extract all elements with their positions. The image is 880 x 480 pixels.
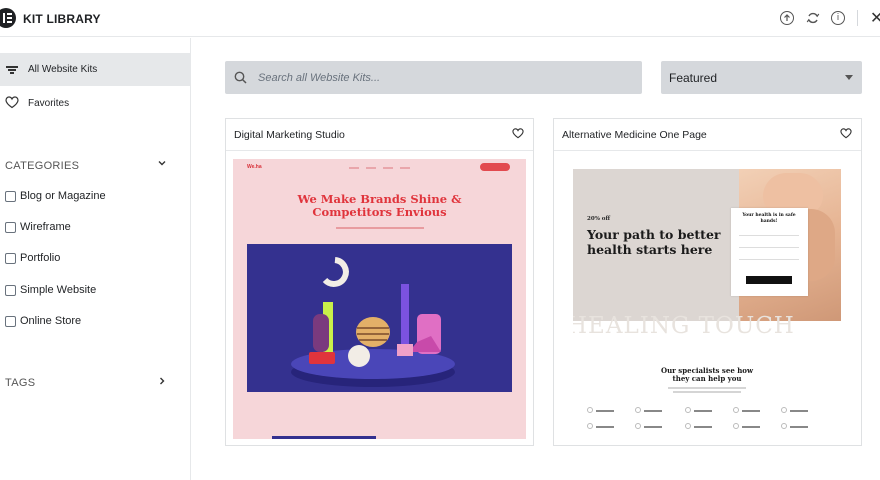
- tags-heading[interactable]: TAGS: [5, 377, 35, 389]
- close-icon[interactable]: ✕: [870, 8, 880, 27]
- kit-card-digital-marketing-studio[interactable]: Digital Marketing Studio We.ha We Make B…: [225, 118, 534, 446]
- chevron-right-icon[interactable]: [157, 376, 167, 389]
- preview-cta-button: [480, 163, 510, 171]
- categories-heading[interactable]: CATEGORIES: [5, 160, 79, 172]
- sidebar-item-favorites[interactable]: Favorites: [0, 87, 191, 120]
- preview-service-label: [644, 410, 662, 412]
- preview-3d-illustration: [247, 244, 512, 392]
- upload-icon[interactable]: [780, 11, 794, 25]
- preview-service-icon: [733, 423, 739, 429]
- caret-down-icon: [845, 75, 853, 80]
- sort-select[interactable]: Featured: [661, 61, 862, 94]
- preview-service-icon: [781, 407, 787, 413]
- preview-form-title-line: hands!: [760, 219, 778, 224]
- search-icon: [234, 71, 247, 84]
- card-title: Digital Marketing Studio: [234, 129, 345, 141]
- search-bar[interactable]: [225, 61, 642, 94]
- preview-service-label: [742, 426, 760, 428]
- checkbox[interactable]: [5, 191, 16, 202]
- sidebar-item-label: All Website Kits: [28, 64, 98, 75]
- kit-card-alternative-medicine-one-page[interactable]: Alternative Medicine One Page 20% off Yo…: [553, 118, 862, 446]
- preview-service-icon: [587, 407, 593, 413]
- card-header: Alternative Medicine One Page: [554, 119, 861, 151]
- preview-service-label: [596, 410, 614, 412]
- sort-selected-value: Featured: [669, 71, 718, 85]
- preview-nav-item: [349, 167, 359, 169]
- preview-form-submit: [746, 276, 792, 284]
- checkbox[interactable]: [5, 222, 16, 233]
- elementor-logo-icon: [0, 8, 16, 28]
- preview-form: Your health is in safe hands!: [731, 208, 808, 296]
- preview-form-field: [739, 232, 799, 236]
- preview-service-icon: [781, 423, 787, 429]
- preview-form-field: [739, 256, 799, 260]
- info-glyph: i: [836, 13, 840, 23]
- preview-service-label: [742, 410, 760, 412]
- preview-service-label: [790, 426, 808, 428]
- preview-service-label: [790, 410, 808, 412]
- preview-headline: Your path to better health starts here: [587, 227, 737, 257]
- preview-section-heading-line: they can help you: [672, 374, 742, 383]
- card-title: Alternative Medicine One Page: [562, 129, 707, 141]
- preview-service-label: [596, 426, 614, 428]
- chevron-down-icon[interactable]: [157, 158, 167, 171]
- preview-paragraph: [673, 391, 741, 393]
- preview-nav-item: [400, 167, 410, 169]
- preview-service-icon: [685, 407, 691, 413]
- card-header: Digital Marketing Studio: [226, 119, 533, 151]
- preview-headline-line: Your path to better: [587, 227, 721, 242]
- favorite-heart-icon[interactable]: [840, 128, 852, 139]
- kit-preview-thumbnail[interactable]: We.ha We Make Brands Shine & Competitors…: [233, 159, 526, 439]
- preview-service-icon: [685, 423, 691, 429]
- preview-headline-line: Competitors Envious: [312, 205, 447, 219]
- preview-watermark: HEALING TOUCH: [573, 313, 795, 339]
- sidebar-item-label: Favorites: [28, 98, 70, 109]
- preview-form-title: Your health is in safe hands!: [737, 213, 801, 225]
- preview-headline-line: health starts here: [587, 242, 713, 257]
- sidebar: All Website Kits Favorites CATEGORIES Bl…: [0, 38, 191, 480]
- app-header: KIT LIBRARY i ✕: [0, 0, 880, 37]
- favorite-heart-icon[interactable]: [512, 128, 524, 139]
- info-icon[interactable]: i: [831, 11, 845, 25]
- preview-section-heading: Our specialists see how they can help yo…: [573, 367, 841, 383]
- preview-nav-item: [383, 167, 393, 169]
- preview-service-icon: [587, 423, 593, 429]
- category-label: Blog or Magazine: [20, 190, 106, 202]
- sidebar-item-all-website-kits[interactable]: All Website Kits: [0, 53, 191, 86]
- kit-preview-thumbnail[interactable]: 20% off Your path to better health start…: [573, 169, 841, 439]
- preview-scrollbar: [272, 436, 376, 439]
- app-title: KIT LIBRARY: [23, 12, 101, 26]
- checkbox[interactable]: [5, 285, 16, 296]
- preview-headline: We Make Brands Shine & Competitors Envio…: [233, 193, 526, 219]
- corner-indicator: ...: [840, 474, 847, 480]
- preview-nav-item: [366, 167, 376, 169]
- heart-icon: [5, 96, 19, 109]
- preview-service-icon: [635, 407, 641, 413]
- preview-service-label: [694, 410, 712, 412]
- checkbox[interactable]: [5, 316, 16, 327]
- sync-icon[interactable]: [805, 10, 821, 26]
- preview-form-field: [739, 244, 799, 248]
- preview-offer: 20% off: [587, 216, 610, 222]
- checkbox[interactable]: [5, 253, 16, 264]
- category-label: Simple Website: [20, 284, 97, 296]
- preview-service-label: [644, 426, 662, 428]
- category-label: Online Store: [20, 315, 82, 327]
- header-divider: [857, 10, 858, 26]
- preview-service-icon: [635, 423, 641, 429]
- category-label: Portfolio: [20, 252, 61, 264]
- filter-icon: [6, 66, 18, 74]
- preview-service-icon: [733, 407, 739, 413]
- search-input[interactable]: [258, 69, 628, 87]
- category-label: Wireframe: [20, 221, 71, 233]
- preview-paragraph: [668, 387, 746, 389]
- preview-subtext: [336, 227, 424, 229]
- preview-logo: We.ha: [247, 164, 262, 170]
- preview-service-label: [694, 426, 712, 428]
